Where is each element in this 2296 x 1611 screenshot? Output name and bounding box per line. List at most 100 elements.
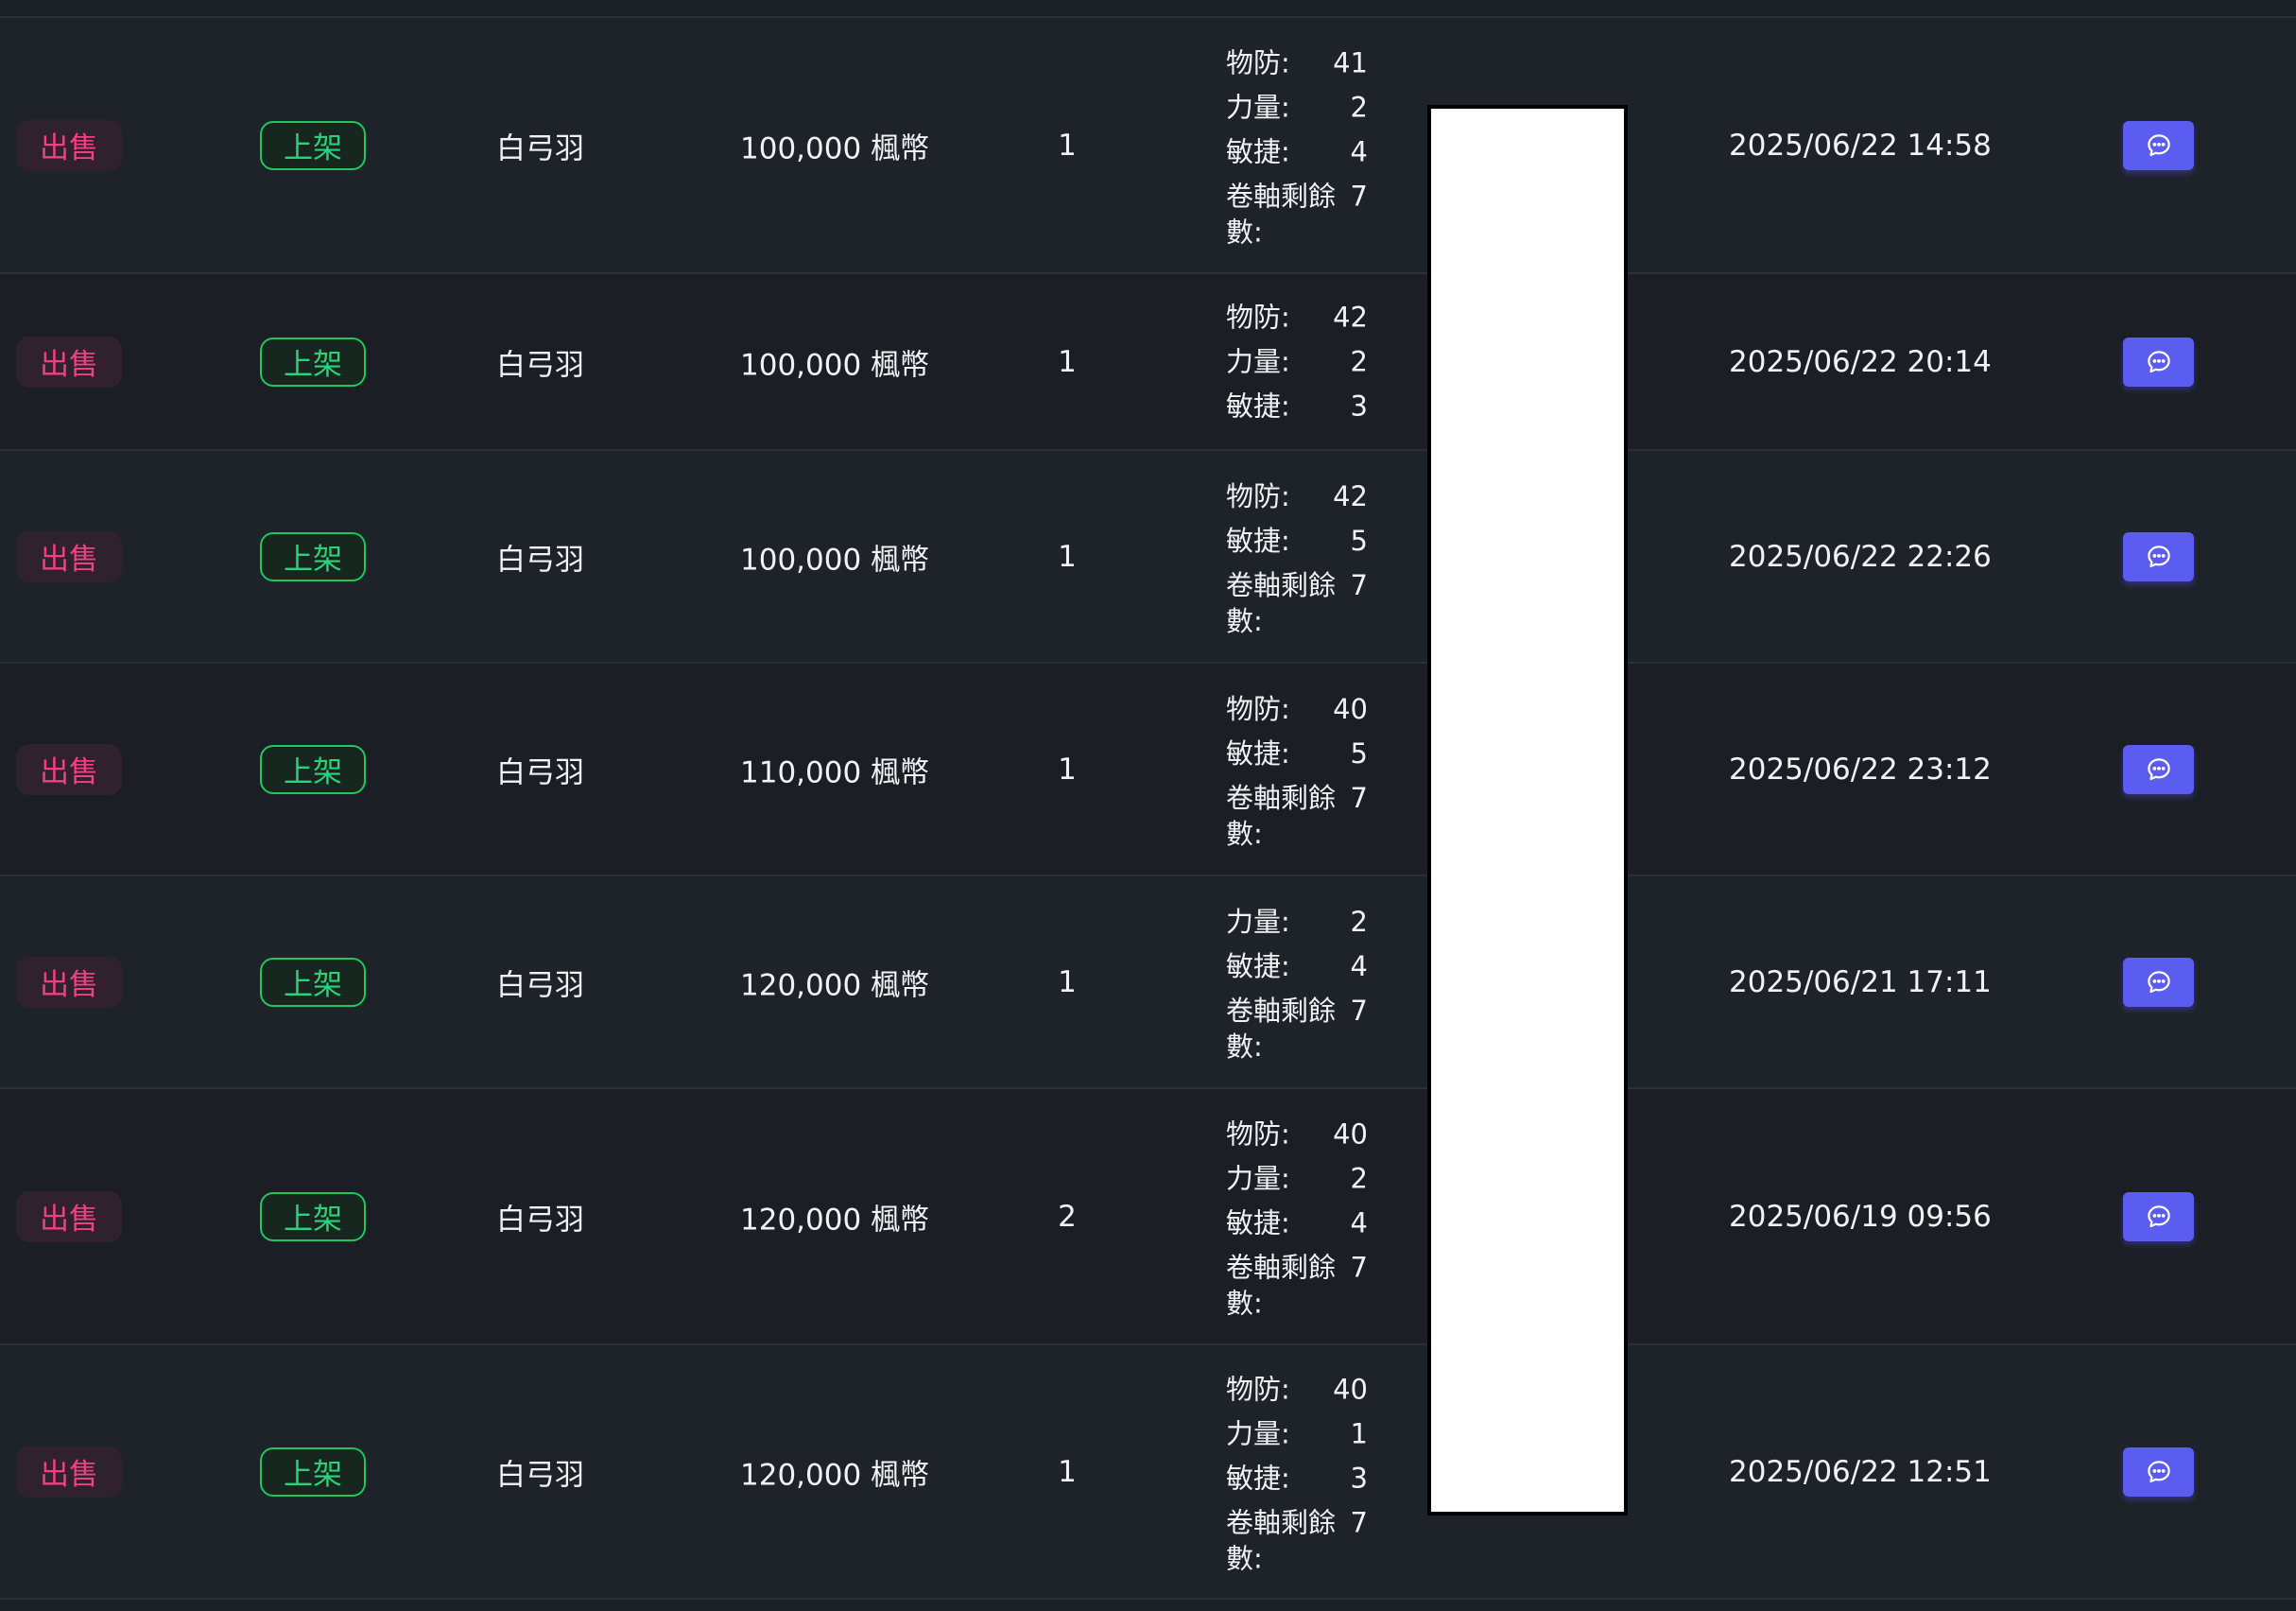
chat-button[interactable] — [2123, 531, 2194, 581]
item-name: 白弓羽 — [496, 1458, 584, 1492]
stat-line: 卷軸剩餘數: 7 — [1226, 989, 1368, 1065]
stat-label: 敏捷: — [1226, 949, 1290, 982]
stat-value: 40 — [1333, 1117, 1368, 1150]
chat-bubble-icon — [2145, 131, 2173, 160]
chat-button[interactable] — [2123, 120, 2194, 170]
stat-label: 力量: — [1226, 91, 1290, 123]
stat-line: 卷軸剩餘數: 7 — [1226, 563, 1368, 639]
status-badge: 上架 — [260, 1191, 366, 1241]
quantity: 1 — [1058, 752, 1077, 787]
stat-value: 7 — [1350, 180, 1368, 212]
stat-label: 物防: — [1226, 479, 1290, 512]
chat-button[interactable] — [2123, 957, 2194, 1007]
stat-line: 物防: 42 — [1226, 295, 1368, 339]
status-badge: 上架 — [260, 531, 366, 581]
item-stats: 力量: 2 敏捷: 4 卷軸剩餘數: 7 — [1226, 900, 1368, 1065]
chat-bubble-icon — [2145, 968, 2173, 996]
stat-line: 力量: 2 — [1226, 1156, 1368, 1201]
stat-value: 2 — [1350, 905, 1368, 938]
stat-line: 物防: 42 — [1226, 475, 1368, 519]
price: 100,000 楓幣 — [740, 543, 930, 577]
stat-value: 1 — [1350, 1417, 1368, 1449]
stat-value: 3 — [1350, 390, 1368, 422]
chat-bubble-icon — [2145, 1458, 2173, 1486]
chat-button[interactable] — [2123, 337, 2194, 387]
quantity: 2 — [1058, 1199, 1077, 1234]
type-badge: 出售 — [16, 956, 122, 1008]
item-stats: 物防: 42 力量: 2 敏捷: 3 — [1226, 295, 1368, 428]
stat-value: 2 — [1350, 1162, 1368, 1194]
item-name: 白弓羽 — [496, 348, 584, 382]
price: 100,000 楓幣 — [740, 131, 930, 165]
chat-button[interactable] — [2123, 744, 2194, 794]
item-name: 白弓羽 — [496, 968, 584, 1002]
stat-label: 力量: — [1226, 905, 1290, 938]
stat-label: 敏捷: — [1226, 1462, 1290, 1494]
listing-time: 2025/06/22 14:58 — [1729, 128, 1992, 163]
chat-button[interactable] — [2123, 1191, 2194, 1241]
price: 120,000 楓幣 — [740, 1203, 930, 1237]
type-badge: 出售 — [16, 1190, 122, 1242]
stat-value: 7 — [1350, 781, 1368, 814]
table-row: 出售 上架 白弓羽 110,000 楓幣 1 物防: 40 敏捷: 5 卷軸剩餘… — [0, 662, 2296, 875]
listing-time: 2025/06/22 23:12 — [1729, 752, 1992, 787]
stat-value: 42 — [1333, 301, 1368, 333]
stat-label: 力量: — [1226, 1417, 1290, 1449]
stat-line: 物防: 41 — [1226, 41, 1368, 85]
stat-label: 敏捷: — [1226, 736, 1290, 770]
stat-value: 7 — [1350, 1506, 1368, 1538]
item-name: 白弓羽 — [496, 755, 584, 789]
item-stats: 物防: 41 力量: 2 敏捷: 4 卷軸剩餘數: 7 — [1226, 41, 1368, 250]
stat-line: 物防: 40 — [1226, 687, 1368, 732]
stat-line: 卷軸剩餘數: 7 — [1226, 776, 1368, 852]
type-badge: 出售 — [16, 530, 122, 582]
stat-value: 40 — [1333, 1373, 1368, 1405]
stat-line: 敏捷: 4 — [1226, 1201, 1368, 1245]
stat-label: 物防: — [1226, 1117, 1290, 1150]
item-stats: 物防: 40 力量: 2 敏捷: 4 卷軸剩餘數: 7 — [1226, 1112, 1368, 1321]
stat-value: 7 — [1350, 994, 1368, 1027]
stat-label: 物防: — [1226, 692, 1290, 725]
status-badge: 上架 — [260, 1446, 366, 1497]
quantity: 1 — [1058, 539, 1077, 574]
listing-time: 2025/06/22 20:14 — [1729, 344, 1992, 379]
status-badge: 上架 — [260, 337, 366, 387]
stat-label: 卷軸剩餘數: — [1226, 1506, 1337, 1574]
type-badge: 出售 — [16, 743, 122, 795]
stat-label: 敏捷: — [1226, 524, 1290, 557]
listing-time: 2025/06/21 17:11 — [1729, 964, 1992, 999]
table-row: 出售 上架 白弓羽 120,000 楓幣 1 力量: 2 敏捷: 4 卷軸剩餘數… — [0, 875, 2296, 1087]
table-row: 出售 上架 白弓羽 100,000 楓幣 1 物防: 41 力量: 2 敏捷: … — [0, 16, 2296, 272]
chat-bubble-icon — [2145, 348, 2173, 376]
table-row: 出售 上架 白弓羽 120,000 楓幣 2 物防: 40 力量: 2 敏捷: … — [0, 1087, 2296, 1343]
stat-value: 3 — [1350, 1462, 1368, 1494]
type-badge: 出售 — [16, 119, 122, 171]
redaction-block — [1427, 105, 1628, 1516]
stat-label: 卷軸剩餘數: — [1226, 568, 1337, 637]
stat-value: 7 — [1350, 1251, 1368, 1283]
stat-line: 敏捷: 4 — [1226, 130, 1368, 174]
stat-line: 卷軸剩餘數: 7 — [1226, 1245, 1368, 1321]
stat-label: 敏捷: — [1226, 390, 1290, 422]
stat-value: 5 — [1350, 736, 1368, 770]
stat-line: 卷軸剩餘數: 7 — [1226, 174, 1368, 250]
type-badge: 出售 — [16, 336, 122, 388]
stat-line: 物防: 40 — [1226, 1367, 1368, 1412]
stat-line: 卷軸剩餘數: 7 — [1226, 1500, 1368, 1576]
item-stats: 物防: 40 敏捷: 5 卷軸剩餘數: 7 — [1226, 687, 1368, 852]
price: 100,000 楓幣 — [740, 348, 930, 382]
stat-label: 力量: — [1226, 345, 1290, 377]
stat-line: 敏捷: 5 — [1226, 732, 1368, 776]
listing-time: 2025/06/19 09:56 — [1729, 1199, 1992, 1234]
stat-value: 2 — [1350, 345, 1368, 377]
chat-bubble-icon — [2145, 755, 2173, 784]
stat-label: 力量: — [1226, 1162, 1290, 1194]
status-badge: 上架 — [260, 120, 366, 170]
stat-label: 物防: — [1226, 301, 1290, 333]
chat-button[interactable] — [2123, 1446, 2194, 1497]
stat-line: 力量: 2 — [1226, 85, 1368, 130]
stat-value: 40 — [1333, 692, 1368, 725]
stat-value: 5 — [1350, 524, 1368, 557]
quantity: 1 — [1058, 1454, 1077, 1489]
item-name: 白弓羽 — [496, 543, 584, 577]
